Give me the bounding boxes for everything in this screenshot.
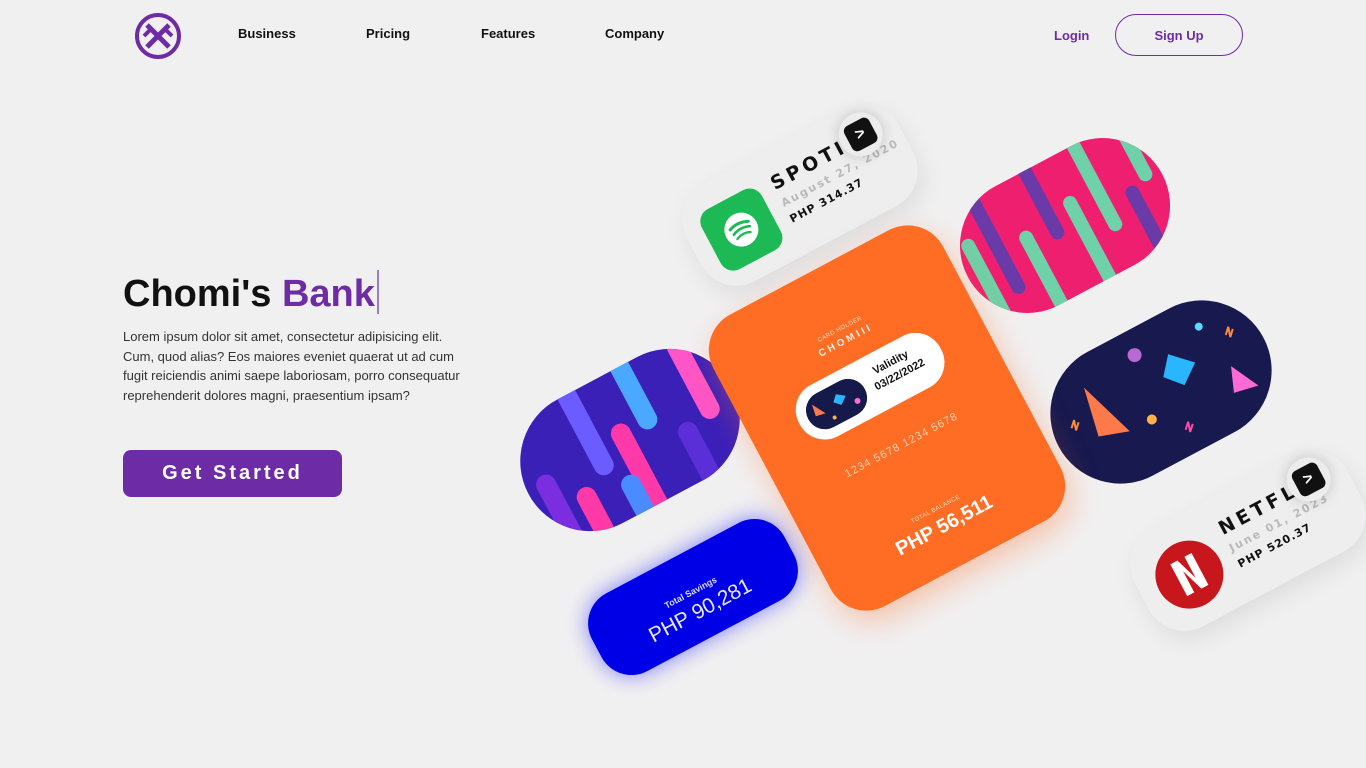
title-accent: Bank <box>281 273 375 315</box>
validity-pattern-image <box>799 372 874 436</box>
spotify-icon <box>695 183 788 276</box>
savings-card[interactable]: Total Savings PHP 90,281 <box>576 506 810 688</box>
nav-features[interactable]: Features <box>481 26 535 41</box>
nav-business[interactable]: Business <box>238 26 296 41</box>
total-balance-value: PHP 56,511 <box>892 491 997 561</box>
page-title: Chomi's Bank <box>123 270 379 316</box>
total-savings-value: PHP 90,281 <box>645 574 756 648</box>
chevron-right-icon: > <box>852 124 869 144</box>
signup-button[interactable]: Sign Up <box>1115 14 1243 56</box>
chevron-right-icon: > <box>1300 469 1317 489</box>
decorative-pattern-top-right <box>936 114 1194 337</box>
hero-description: Lorem ipsum dolor sit amet, consectetur … <box>123 329 460 403</box>
get-started-button[interactable]: Get Started <box>123 450 342 497</box>
login-link[interactable]: Login <box>1054 28 1089 43</box>
brand-logo-icon[interactable] <box>135 13 181 59</box>
title-main: Chomi's <box>123 273 272 315</box>
netflix-icon <box>1143 528 1236 621</box>
nav-company[interactable]: Company <box>605 26 664 41</box>
nav-pricing[interactable]: Pricing <box>366 26 410 41</box>
text-caret <box>376 270 379 314</box>
